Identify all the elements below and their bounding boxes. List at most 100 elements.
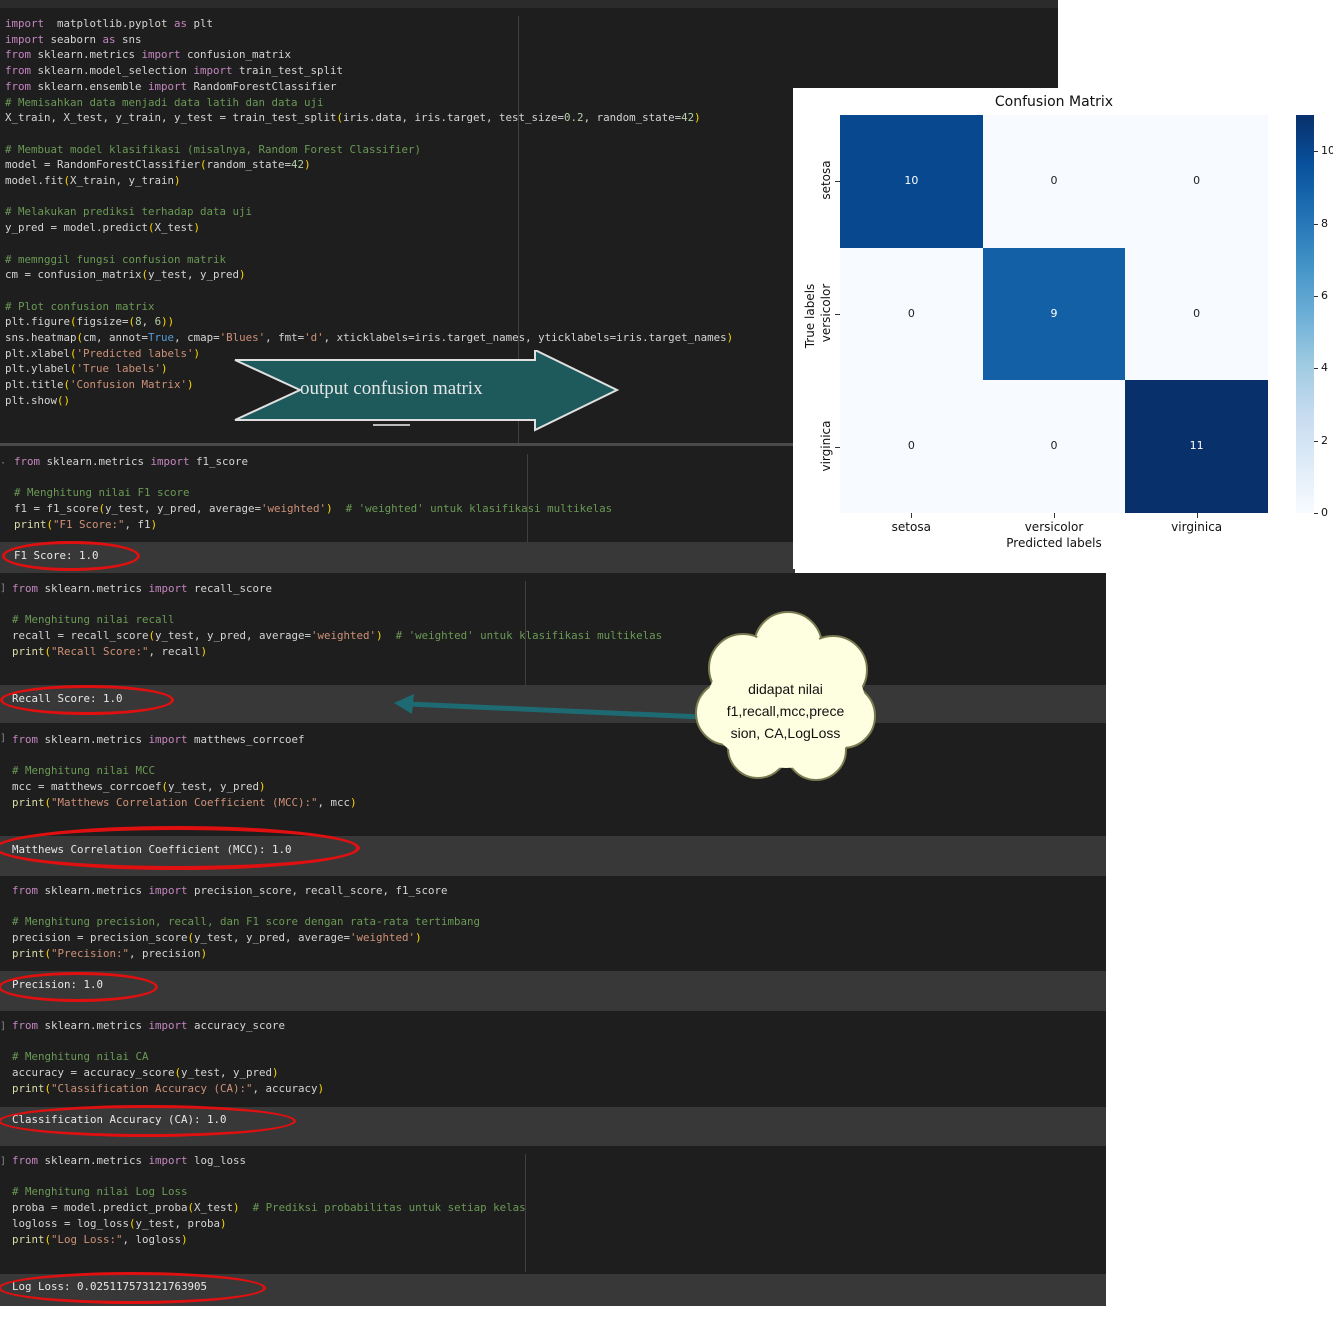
code-token: , logloss xyxy=(122,1232,182,1246)
code-token: sklearn.metrics xyxy=(38,1154,149,1167)
heatmap-cell: 0 xyxy=(1125,247,1268,381)
code-token: print xyxy=(12,946,45,960)
code-token: X_train, X_test, y_train, y_test = train… xyxy=(5,111,337,125)
x-axis-ticks: setosa versicolor virginica xyxy=(840,513,1268,537)
code-editor[interactable]: from sklearn.metrics import precision_sc… xyxy=(12,883,480,962)
code-token: matthews_corrcoef xyxy=(187,733,305,746)
output-area-precision: Precision: 1.0 xyxy=(0,971,1106,1011)
code-token: # Memisahkan data menjadi data latih dan… xyxy=(5,95,324,109)
code-token: import xyxy=(5,32,45,46)
code-token: from xyxy=(12,884,39,897)
output-arrow-label: output confusion matrix xyxy=(300,378,483,399)
code-token: ) xyxy=(317,1081,325,1095)
code-token: ) xyxy=(200,644,208,658)
code-token: from xyxy=(12,1154,39,1167)
code-editor[interactable]: from sklearn.metrics import log_loss # M… xyxy=(12,1153,526,1247)
code-token: "Matthews Correlation Coefficient (MCC):… xyxy=(51,795,318,809)
code-token: y_test, y_pred xyxy=(181,1066,273,1080)
colorbar xyxy=(1296,115,1314,513)
code-token: , recall xyxy=(148,644,201,658)
code-editor[interactable]: from sklearn.metrics import matthews_cor… xyxy=(12,732,357,811)
heatmap-cell: 9 xyxy=(982,247,1126,381)
code-token: print xyxy=(12,644,45,658)
code-cell-recall[interactable]: ] from sklearn.metrics import recall_sco… xyxy=(0,573,1106,685)
highlight-ellipse xyxy=(0,1272,266,1304)
code-token: y_test, y_pred xyxy=(168,780,260,794)
code-token: iris.data, iris.target, test_size= xyxy=(343,111,565,125)
code-token: ) xyxy=(161,362,168,376)
highlight-ellipse xyxy=(0,972,158,1002)
colorbar-tick-label: 10 xyxy=(1321,144,1333,158)
cloud-line: f1,recall,mcc,prece xyxy=(726,703,845,719)
code-editor[interactable]: from sklearn.metrics import recall_score… xyxy=(12,581,662,660)
code-token: precision = precision_score xyxy=(12,931,188,945)
x-axis-label: Predicted labels xyxy=(1006,536,1102,550)
code-token: 'Blues' xyxy=(219,331,266,345)
code-token: y_test, y_pred, average= xyxy=(194,931,351,945)
code-token: import xyxy=(5,17,45,30)
code-token: # Menghitung precision, recall, dan F1 s… xyxy=(12,915,481,929)
code-cell-precision[interactable]: from sklearn.metrics import precision_sc… xyxy=(0,876,1106,971)
code-token: plt.title xyxy=(5,378,64,392)
code-token: model = RandomForestClassifier xyxy=(5,158,201,172)
highlight-ellipse xyxy=(2,541,140,571)
code-token: mcc = matthews_corrcoef xyxy=(12,780,162,794)
heatmap-cell: 0 xyxy=(840,380,983,513)
code-token: as xyxy=(102,32,116,46)
ruler-line xyxy=(527,454,528,542)
cell-top-bar xyxy=(0,0,1058,8)
run-indicator: ] xyxy=(0,1156,7,1167)
code-token: ) xyxy=(415,931,422,945)
cloud-line: didapat nilai xyxy=(748,681,823,697)
code-token: sns.heatmap xyxy=(5,331,77,345)
x-tick-label: setosa xyxy=(891,520,931,534)
colorbar-tick-mark xyxy=(1314,223,1318,225)
x-tick-mark xyxy=(1196,513,1198,518)
code-cell-logloss[interactable]: ] from sklearn.metrics import log_loss #… xyxy=(0,1146,1106,1274)
code-token: # Prediksi probabilitas untuk setiap kel… xyxy=(252,1201,526,1215)
code-editor[interactable]: from sklearn.metrics import accuracy_sco… xyxy=(12,1018,324,1097)
cloud-line: sion, CA,LogLoss xyxy=(730,725,841,741)
code-cell-f1[interactable]: · from sklearn.metrics import f1_score #… xyxy=(0,446,795,542)
code-token: precision_score, recall_score, f1_score xyxy=(187,884,448,897)
colorbar-tick-label: 0 xyxy=(1321,506,1328,519)
code-token: print xyxy=(12,1081,45,1095)
code-token: cm = confusion_matrix xyxy=(5,268,142,282)
code-token: # Menghitung nilai recall xyxy=(12,613,175,627)
code-token: () xyxy=(57,393,71,407)
code-token: , f1 xyxy=(124,517,151,531)
code-token: 'weighted' xyxy=(261,502,327,516)
chart-title: Confusion Matrix xyxy=(994,94,1114,110)
colorbar-tick-label: 6 xyxy=(1321,288,1328,302)
code-token: ) xyxy=(181,1232,188,1246)
y-tick-label: setosa xyxy=(819,160,833,200)
code-cell-mcc[interactable]: ] from sklearn.metrics import matthews_c… xyxy=(0,723,1106,836)
code-editor[interactable]: from sklearn.metrics import f1_score # M… xyxy=(14,454,612,533)
code-token: sklearn.ensemble xyxy=(31,79,149,93)
code-token: plt.figure xyxy=(5,315,71,329)
code-token: ) xyxy=(259,780,266,794)
code-token: # memnggil fungsi confusion matrik xyxy=(5,252,227,266)
cloud-callout-text: didapat nilai f1,recall,mcc,prece sion, … xyxy=(698,678,873,744)
code-token: # Menghitung nilai F1 score xyxy=(14,486,190,500)
code-token: , xticklabels=iris.target_names, ytickla… xyxy=(323,331,727,345)
highlight-ellipse xyxy=(0,685,174,715)
code-token: ) xyxy=(200,946,208,960)
code-token: y_pred = model.predict xyxy=(5,221,149,235)
confusion-matrix-figure: Confusion Matrix 10 0 0 0 9 0 0 0 11 setosa versi… xyxy=(793,88,1333,569)
code-token: y_test, y_pred xyxy=(148,268,240,282)
code-token: , precision xyxy=(129,946,201,960)
code-token: # Melakukan prediksi terhadap data uji xyxy=(5,205,253,219)
code-token: ) xyxy=(726,331,734,345)
code-token: sklearn.metrics xyxy=(38,884,149,897)
code-token: from xyxy=(12,582,39,595)
code-token: logloss = log_loss xyxy=(12,1216,130,1230)
colorbar-tick-mark xyxy=(1314,151,1318,153)
y-axis-label: True labels xyxy=(803,283,817,349)
code-cell-accuracy[interactable]: ] from sklearn.metrics import accuracy_s… xyxy=(0,1011,1106,1107)
colorbar-tick-label: 8 xyxy=(1321,216,1328,230)
code-token: 'Predicted labels' xyxy=(76,346,194,360)
code-token: # Membuat model klasifikasi (misalnya, R… xyxy=(5,142,422,156)
code-token: sklearn.metrics xyxy=(38,1019,149,1032)
